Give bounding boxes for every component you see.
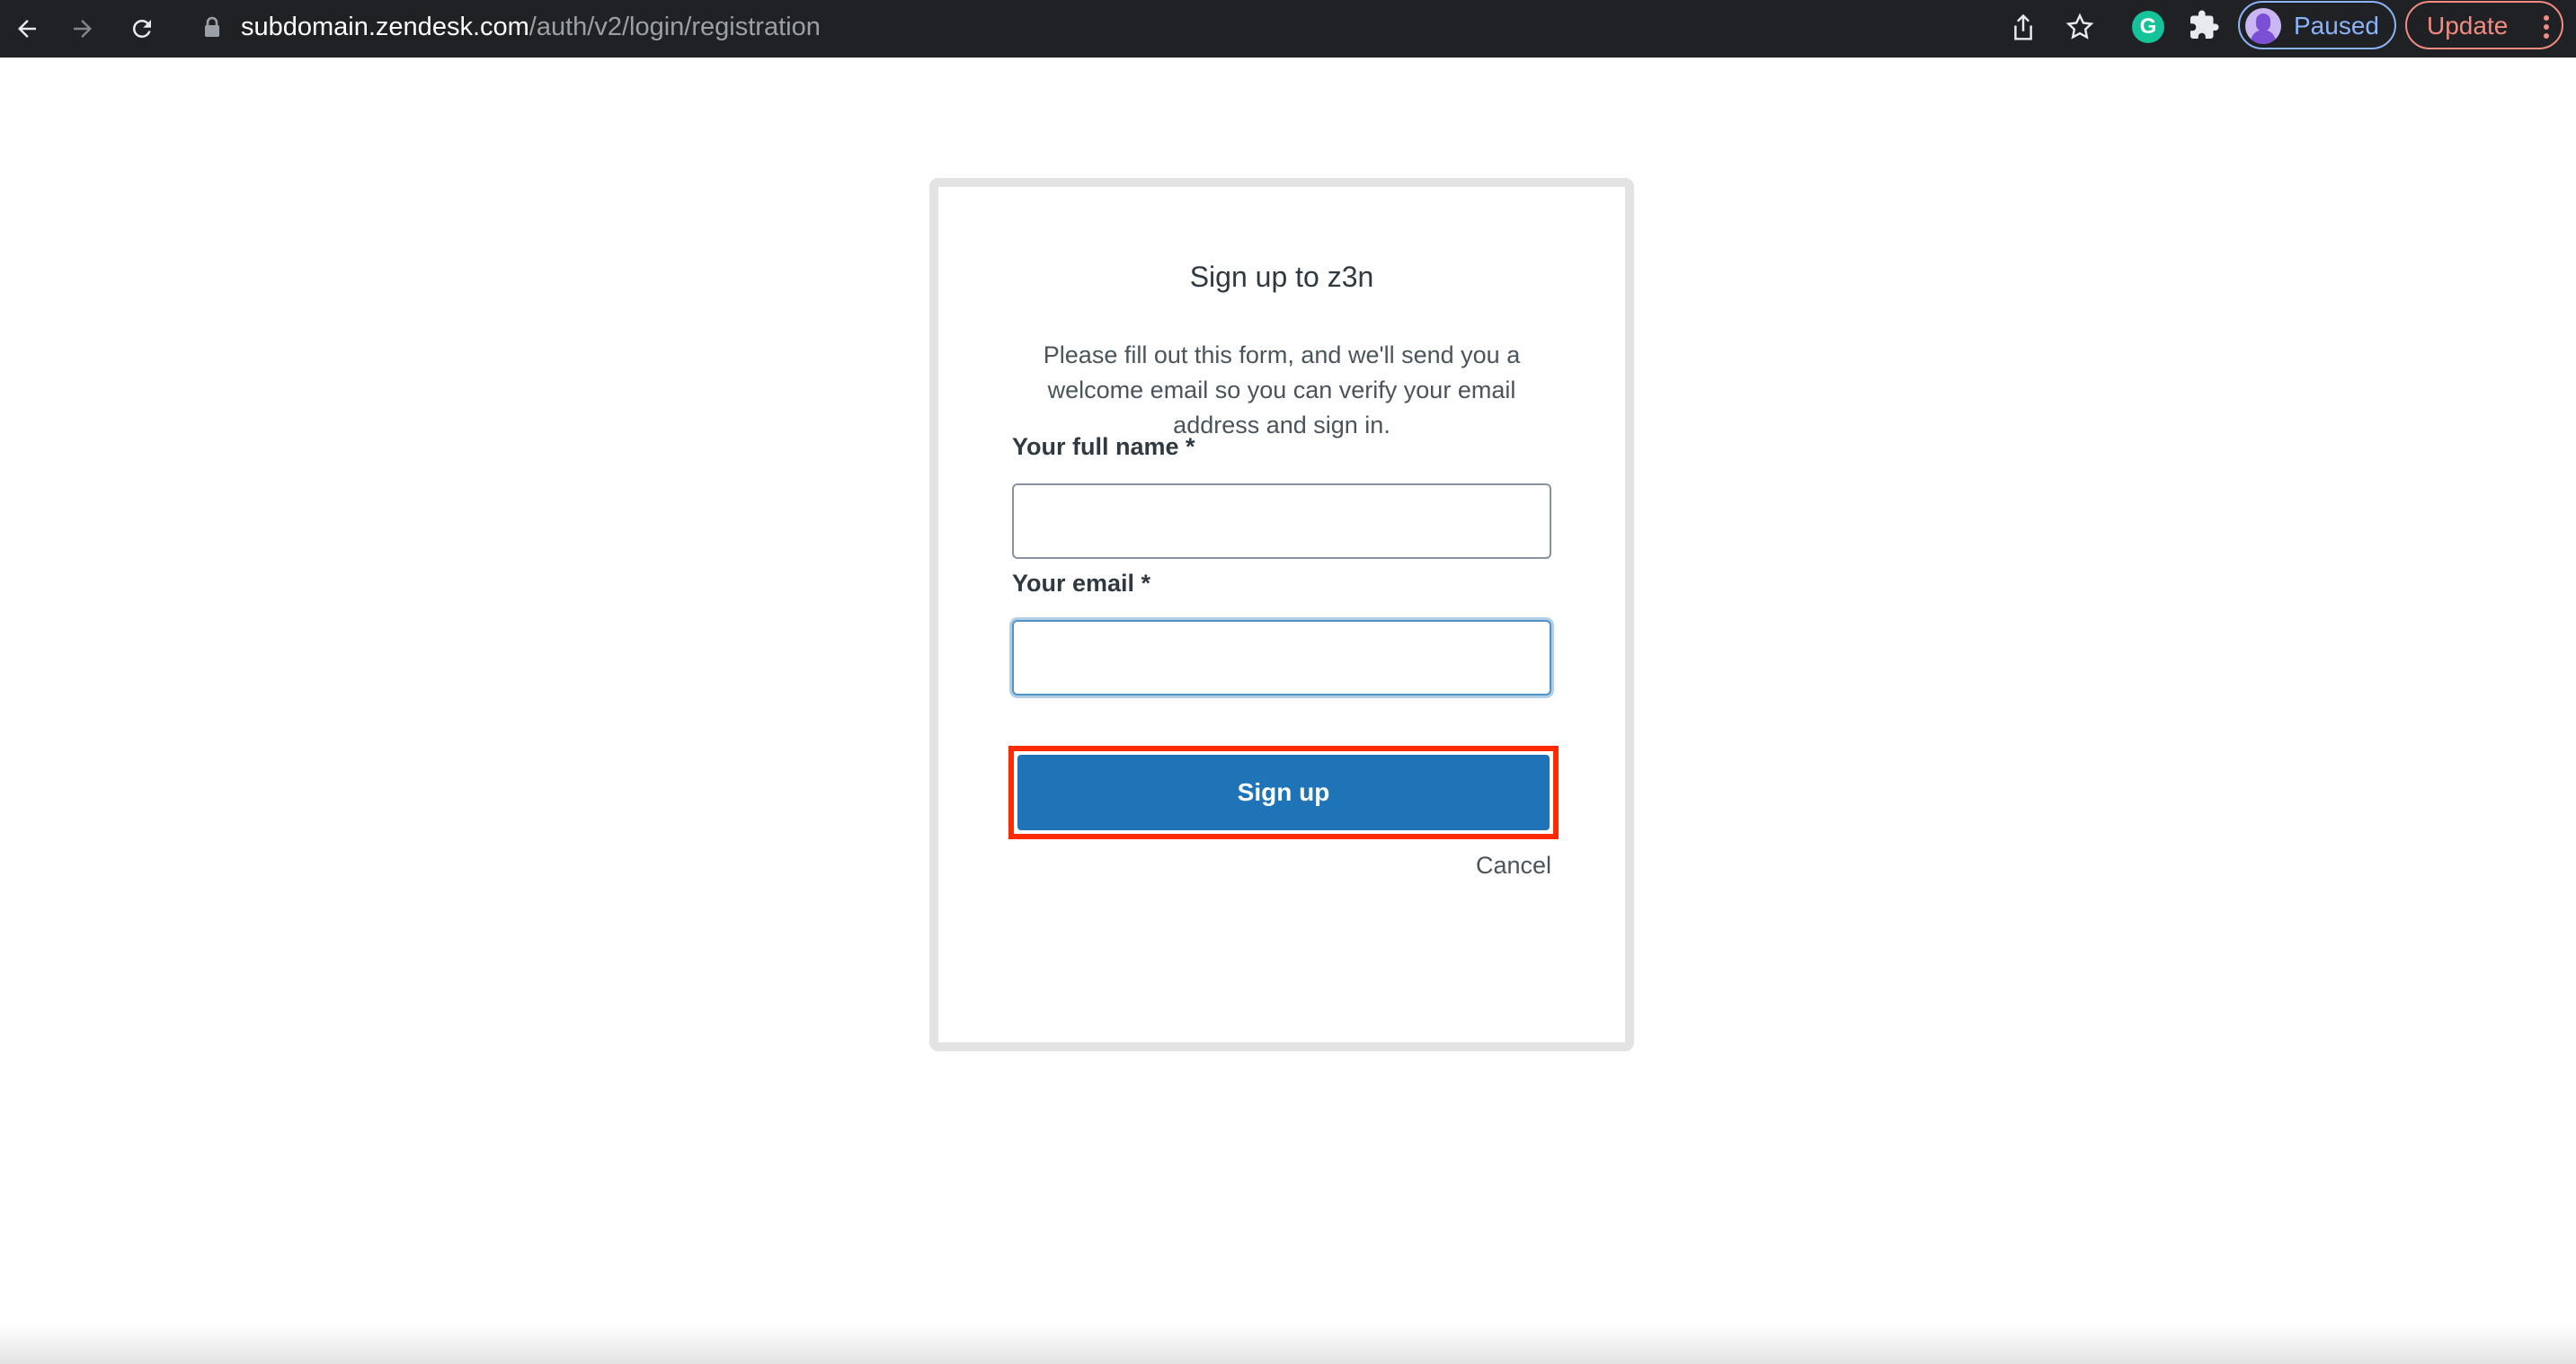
update-label: Update (2427, 12, 2509, 40)
reload-icon (132, 19, 151, 38)
signup-card: Sign up to z3n Please fill out this form… (929, 178, 1634, 1051)
reload-button[interactable] (119, 5, 165, 52)
full-name-label: Your full name * (1012, 433, 1195, 460)
update-button[interactable]: Update (2405, 1, 2563, 49)
bottom-shade (0, 1324, 2576, 1364)
profile-button[interactable]: Paused (2238, 1, 2396, 49)
puzzle-icon[interactable] (2188, 9, 2220, 46)
forward-button[interactable] (59, 5, 106, 52)
address-bar[interactable]: subdomain.zendesk.com/auth/v2/login/regi… (182, 2, 2109, 52)
email-field[interactable] (1012, 620, 1551, 695)
vertical-dots-icon[interactable] (2542, 13, 2551, 45)
page-content: Sign up to z3n Please fill out this form… (0, 58, 2576, 1364)
lock-icon (203, 16, 221, 42)
profile-status-label: Paused (2294, 12, 2379, 40)
url-text: subdomain.zendesk.com/auth/v2/login/regi… (241, 2, 821, 52)
grammarly-letter: G (2139, 14, 2157, 39)
signup-button[interactable]: Sign up (1017, 755, 1550, 830)
avatar (2245, 8, 2281, 44)
arrow-left-icon (18, 20, 36, 38)
email-label: Your email * (1012, 570, 1151, 597)
arrow-right-icon (74, 20, 92, 38)
grammarly-extension-icon[interactable]: G (2132, 11, 2164, 43)
cancel-link[interactable]: Cancel (1476, 852, 1551, 880)
page-title: Sign up to z3n (1189, 261, 1374, 293)
back-button[interactable] (4, 5, 50, 52)
star-icon[interactable] (2065, 13, 2094, 46)
browser-toolbar: subdomain.zendesk.com/auth/v2/login/regi… (0, 0, 2576, 58)
url-path: /auth/v2/login/registration (529, 13, 821, 41)
form-description: Please fill out this form, and we'll sen… (1043, 341, 1521, 438)
share-icon[interactable] (2010, 13, 2037, 47)
full-name-field[interactable] (1012, 483, 1551, 559)
url-host: subdomain.zendesk.com (241, 13, 529, 41)
